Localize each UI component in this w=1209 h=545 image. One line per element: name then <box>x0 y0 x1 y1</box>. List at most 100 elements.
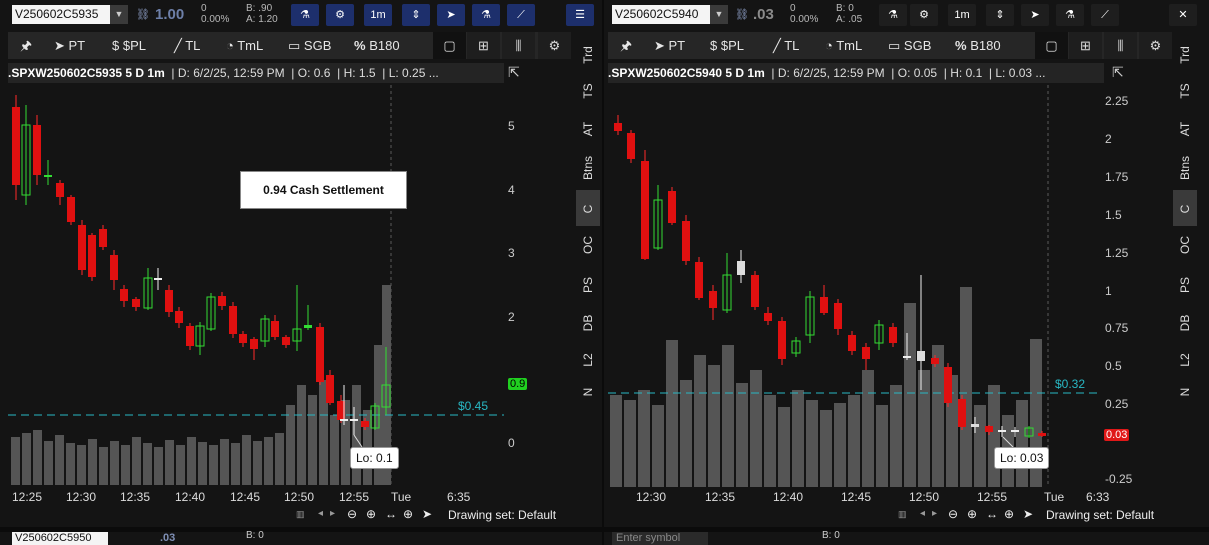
collapse-icon[interactable]: ⇱ <box>1112 64 1124 81</box>
pt-tool[interactable]: ➤ PT <box>654 32 685 59</box>
side-tab-btns[interactable]: Btns <box>1173 149 1197 185</box>
spl-tool[interactable]: $ $PL <box>710 32 744 59</box>
crosshair-icon[interactable]: ⊕ <box>1004 507 1014 521</box>
side-tab-c[interactable]: C <box>576 190 600 226</box>
adjust-icon[interactable]: ⇕ <box>402 4 430 26</box>
gear-icon[interactable]: ⚙ <box>910 4 938 26</box>
scroll-right-icon[interactable]: ▸ <box>932 508 937 519</box>
drawing-set[interactable]: Drawing set: Default <box>448 508 556 522</box>
pointer-icon[interactable]: ➤ <box>422 507 432 521</box>
settlement-annotation[interactable]: 0.94 Cash Settlement <box>240 171 407 209</box>
side-tab-at[interactable]: AT <box>576 110 600 146</box>
spl-tool[interactable]: $ $PL <box>112 32 146 59</box>
symbol-input[interactable]: V250602C5940 <box>612 5 710 24</box>
volume-bars <box>610 287 1042 487</box>
side-tab-db[interactable]: DB <box>576 304 600 340</box>
side-tab-btns[interactable]: Btns <box>576 149 600 185</box>
link-icon[interactable]: ⛓ <box>735 8 749 21</box>
pan-icon[interactable]: ↔ <box>385 507 397 521</box>
header-more[interactable]: ... <box>1035 66 1045 80</box>
side-tab-oc[interactable]: OC <box>1173 226 1197 262</box>
side-tab-trd[interactable]: Trd <box>576 36 600 72</box>
tml-tool[interactable]: ◔ TmL <box>825 32 862 59</box>
zoom-in-icon[interactable]: ⊕ <box>967 507 977 521</box>
side-tab-ts[interactable]: TS <box>576 72 600 108</box>
interval-button[interactable]: 1m <box>364 4 392 26</box>
close-icon[interactable]: ✕ <box>1169 4 1197 26</box>
bars-icon[interactable]: ⫼ <box>502 32 535 59</box>
bars-icon[interactable]: ⫼ <box>1104 32 1137 59</box>
zoom-in-icon[interactable]: ⊕ <box>366 507 376 521</box>
side-tab-ts[interactable]: TS <box>1173 72 1197 108</box>
square-icon[interactable]: ▢ <box>1035 32 1068 59</box>
crosshair-icon[interactable]: ⊕ <box>403 507 413 521</box>
flask-icon[interactable]: ⚗ <box>472 4 500 26</box>
cursor-icon[interactable]: ➤ <box>437 4 465 26</box>
side-tab-db[interactable]: DB <box>1173 304 1197 340</box>
next-panel-left-strip: V250602C5950 .03 B: 0 <box>0 530 602 545</box>
price-chart[interactable] <box>8 85 504 487</box>
scroll-right-icon[interactable]: ▸ <box>330 508 335 519</box>
chart-style-icon[interactable]: ⟋ <box>507 4 535 26</box>
b180-tool[interactable]: % B180 <box>955 32 1001 59</box>
scroll-left-icon[interactable]: ◂ <box>318 508 323 519</box>
side-tab-n[interactable]: N <box>1173 373 1197 409</box>
scroll-handle[interactable]: ▥ <box>898 509 907 520</box>
interval-button[interactable]: 1m <box>948 4 976 26</box>
tl-tool[interactable]: ╱ TL <box>773 32 799 59</box>
y-tick: 0 <box>508 436 515 450</box>
next-panel-right-strip: Enter symbol B: 0 <box>604 530 1209 545</box>
flask-icon[interactable]: ⚗ <box>291 4 319 26</box>
tl-tool[interactable]: ╱ TL <box>174 32 200 59</box>
side-tab-oc[interactable]: OC <box>576 226 600 262</box>
pin-icon[interactable]: 🖈 <box>620 32 632 59</box>
scroll-left-icon[interactable]: ◂ <box>920 508 925 519</box>
side-tab-trd[interactable]: Trd <box>1173 36 1197 72</box>
side-tab-at[interactable]: AT <box>1173 110 1197 146</box>
gear-icon[interactable]: ⚙ <box>326 4 354 26</box>
zoom-out-icon[interactable]: ⊖ <box>948 507 958 521</box>
flask-icon[interactable]: ⚗ <box>1056 4 1084 26</box>
x-tick: 12:30 <box>636 490 667 504</box>
y-tick: 3 <box>508 246 515 260</box>
symbol-input[interactable]: V250602C5950 <box>12 532 108 545</box>
pt-tool[interactable]: ➤ PT <box>54 32 85 59</box>
link-icon[interactable]: ⛓ <box>136 8 150 21</box>
side-tab-c[interactable]: C <box>1173 190 1197 226</box>
symbol-dropdown-icon[interactable]: ▼ <box>110 5 128 24</box>
pointer-icon[interactable]: ➤ <box>1023 507 1033 521</box>
grid-icon[interactable]: ⊞ <box>467 32 500 59</box>
side-tab-ps[interactable]: PS <box>1173 266 1197 302</box>
cursor-icon[interactable]: ➤ <box>1021 4 1049 26</box>
symbol-input[interactable]: V250602C5935 <box>12 5 110 24</box>
settings-icon[interactable]: ⚙ <box>538 32 571 59</box>
b180-tool[interactable]: % B180 <box>354 32 400 59</box>
scroll-handle[interactable]: ▥ <box>296 509 305 520</box>
tml-tool[interactable]: ◔ TmL <box>226 32 263 59</box>
sgb-tool[interactable]: ▭ SGB <box>888 32 931 59</box>
price-line-label: $0.32 <box>1055 377 1086 391</box>
grid-icon[interactable]: ⊞ <box>1069 32 1102 59</box>
side-tab-n[interactable]: N <box>576 373 600 409</box>
adjust-icon[interactable]: ⇕ <box>986 4 1014 26</box>
symbol-search-input[interactable]: Enter symbol <box>612 532 708 545</box>
x-tick: 12:25 <box>12 490 43 504</box>
pin-icon[interactable]: 🖈 <box>20 32 32 59</box>
zoom-out-icon[interactable]: ⊖ <box>347 507 357 521</box>
header-high: H: 0.1 <box>950 66 983 80</box>
square-icon[interactable]: ▢ <box>433 32 466 59</box>
header-more[interactable]: ... <box>429 66 439 80</box>
chart-style-icon[interactable]: ⟋ <box>1091 4 1119 26</box>
side-tab-ps[interactable]: PS <box>576 266 600 302</box>
x-tick: 12:45 <box>841 490 872 504</box>
menu-icon[interactable]: ☰ <box>566 4 594 26</box>
symbol-dropdown-icon[interactable]: ▼ <box>710 5 728 24</box>
collapse-icon[interactable]: ⇱ <box>508 64 520 81</box>
settings-icon[interactable]: ⚙ <box>1139 32 1172 59</box>
sgb-tool[interactable]: ▭ SGB <box>288 32 331 59</box>
drawing-toolbar: 🖈 ➤ PT $ $PL ╱ TL ◔ TmL ▭ SGB % B180 ▢ ⊞… <box>608 32 1172 59</box>
price-chart[interactable] <box>608 85 1102 487</box>
flask-icon[interactable]: ⚗ <box>879 4 907 26</box>
pan-icon[interactable]: ↔ <box>986 507 998 521</box>
drawing-set[interactable]: Drawing set: Default <box>1046 508 1154 522</box>
